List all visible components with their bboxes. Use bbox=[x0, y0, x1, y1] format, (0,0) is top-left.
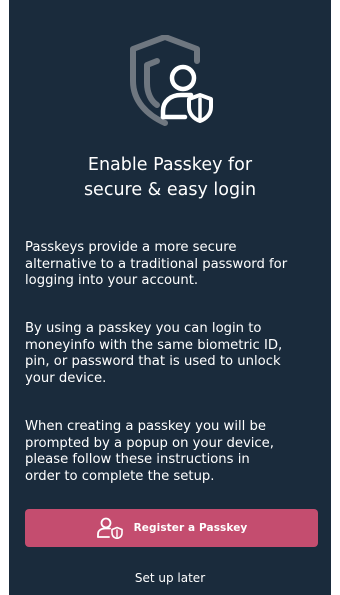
register-passkey-button[interactable]: Register a Passkey bbox=[25, 509, 318, 547]
paragraph-line: By using a passkey you can login to bbox=[25, 321, 262, 336]
paragraph-line: alternative to a traditional password fo… bbox=[25, 256, 288, 272]
page-title-line-2: secure & easy login bbox=[83, 180, 257, 200]
paragraph-line: pin, or password that is used to unlock bbox=[25, 354, 281, 370]
paragraph-line: please follow these instructions in bbox=[25, 452, 250, 468]
paragraph-line: Passkeys provide a more secure bbox=[25, 240, 237, 255]
paragraph-line: logging into your account. bbox=[25, 273, 199, 289]
paragraph-line: When creating a passkey you will be bbox=[25, 419, 267, 434]
instructions-paragraph: When creating a passkey you will be prom… bbox=[25, 419, 325, 485]
paragraph-line: your device. bbox=[25, 370, 107, 386]
paragraph-line: moneyinfo with the same biometric ID, bbox=[25, 337, 283, 353]
page-title-line-1: Enable Passkey for bbox=[87, 155, 253, 175]
usage-paragraph: By using a passkey you can login to mone… bbox=[25, 321, 325, 387]
register-passkey-label: Register a Passkey bbox=[133, 522, 248, 534]
paragraph-line: order to complete the setup. bbox=[25, 468, 215, 484]
intro-paragraph: Passkeys provide a more secure alternati… bbox=[25, 240, 325, 290]
passkey-shield-user-icon bbox=[130, 35, 213, 126]
set-up-later-link[interactable]: Set up later bbox=[9, 571, 331, 585]
paragraph-line: prompted by a popup on your device, bbox=[25, 435, 274, 451]
user-shield-icon bbox=[96, 517, 123, 539]
passkey-panel: Enable Passkey for secure & easy login P… bbox=[9, 0, 331, 595]
